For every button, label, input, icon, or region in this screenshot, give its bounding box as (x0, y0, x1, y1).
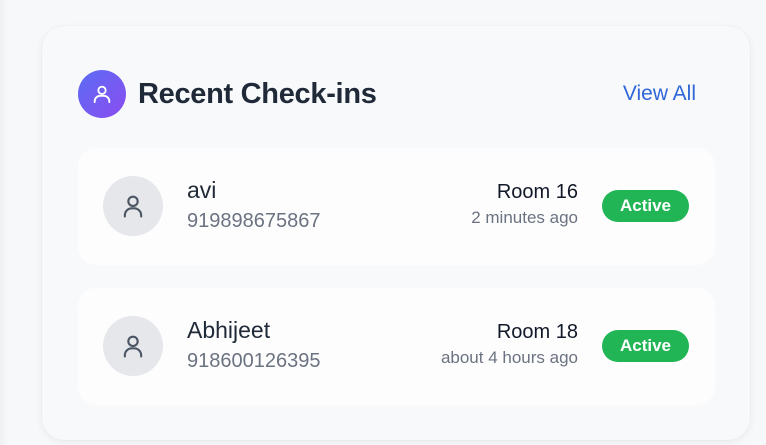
room-number: Room 16 (496, 181, 578, 203)
guest-phone: 918600126395 (187, 350, 321, 372)
page: Recent Check-ins View All avi 9198986758… (0, 0, 766, 445)
status-badge: Active (602, 330, 689, 362)
guest-info: avi 919898675867 (187, 176, 320, 233)
user-icon (123, 335, 143, 358)
room-info: Room 16 2 minutes ago (471, 180, 578, 228)
checkin-list: avi 919898675867 Room 16 2 minutes ago A… (78, 148, 715, 428)
room-info: Room 18 about 4 hours ago (441, 320, 578, 368)
guest-phone: 919898675867 (187, 210, 321, 232)
user-icon (78, 70, 126, 118)
card-title: Recent Check-ins (138, 77, 377, 110)
guest-info: Abhijeet 918600126395 (187, 316, 320, 373)
checkin-time: 2 minutes ago (471, 208, 578, 227)
avatar (103, 316, 163, 376)
checkin-time: about 4 hours ago (440, 348, 578, 367)
guest-name: avi (187, 177, 217, 203)
status-badge: Active (602, 190, 689, 222)
checkin-row[interactable]: Abhijeet 918600126395 Room 18 about 4 ho… (78, 288, 715, 405)
user-icon (123, 195, 143, 218)
avatar (103, 176, 163, 236)
recent-checkins-card: Recent Check-ins View All avi 9198986758… (42, 26, 750, 440)
card-header: Recent Check-ins View All (78, 70, 696, 118)
room-number: Room 18 (496, 321, 578, 343)
checkin-row[interactable]: avi 919898675867 Room 16 2 minutes ago A… (78, 148, 715, 265)
guest-name: Abhijeet (187, 317, 271, 343)
view-all-link[interactable]: View All (623, 82, 696, 106)
